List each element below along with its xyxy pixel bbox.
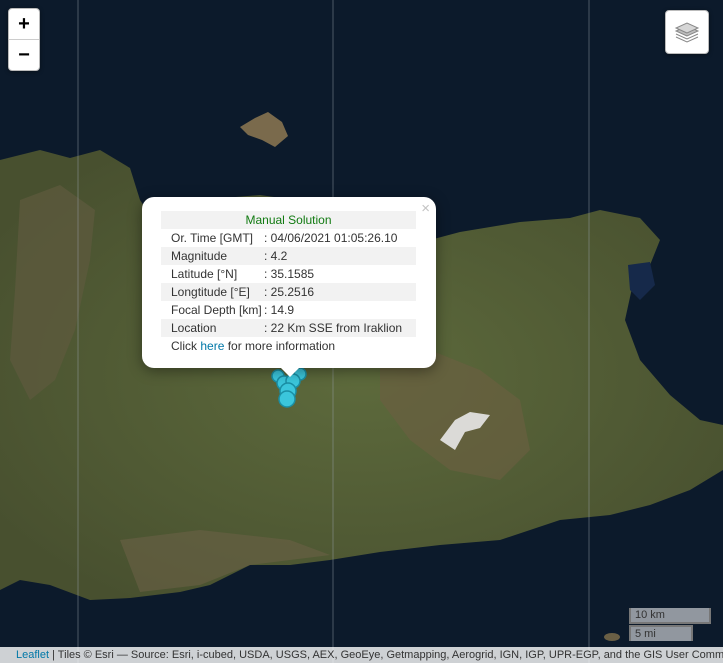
more-info-link[interactable]: here (200, 339, 224, 353)
layers-icon (674, 22, 700, 43)
attribution: Leaflet | Tiles © Esri — Source: Esri, i… (0, 647, 723, 663)
zoom-out-button[interactable]: − (9, 39, 39, 70)
click-prefix: Click (171, 339, 197, 353)
scale-km: 10 km (629, 608, 711, 624)
popup-tip (279, 366, 301, 377)
popup-table: Manual Solution Or. Time [GMT] : 04/06/2… (161, 211, 416, 355)
value: : 04/06/2021 01:05:26.10 (264, 231, 398, 245)
close-icon[interactable]: × (421, 200, 430, 217)
row-location: Location : 22 Km SSE from Iraklion (161, 319, 416, 337)
attribution-text: | Tiles © Esri — Source: Esri, i-cubed, … (52, 649, 723, 661)
earthquake-popup: × Manual Solution Or. Time [GMT] : 04/06… (142, 197, 436, 368)
row-time: Or. Time [GMT] : 04/06/2021 01:05:26.10 (161, 229, 416, 247)
label: Focal Depth [km] (171, 303, 262, 317)
row-depth: Focal Depth [km] : 14.9 (161, 301, 416, 319)
label: Latitude [°N] (171, 267, 238, 281)
label: Location (171, 321, 217, 335)
row-magnitude: Magnitude : 4.2 (161, 247, 416, 265)
label: Longtitude [°E] (171, 285, 250, 299)
row-latitude: Latitude [°N] : 35.1585 (161, 265, 416, 283)
scale-bar: 10 km 5 mi (629, 608, 711, 641)
value: : 22 Km SSE from Iraklion (264, 321, 403, 335)
value: : 25.2516 (264, 285, 315, 299)
layers-button[interactable] (665, 10, 709, 54)
value: : 4.2 (264, 249, 288, 263)
zoom-in-button[interactable]: + (9, 9, 39, 39)
scale-mi: 5 mi (629, 625, 693, 641)
more-info-line: Click here for more information (161, 337, 416, 355)
zoom-control: + − (8, 8, 40, 71)
value: : 14.9 (264, 303, 295, 317)
label: Magnitude (171, 249, 228, 263)
click-suffix: for more information (227, 339, 336, 353)
leaflet-link[interactable]: Leaflet (16, 649, 49, 661)
row-longitude: Longtitude [°E] : 25.2516 (161, 283, 416, 301)
label: Or. Time [GMT] (171, 231, 254, 245)
value: : 35.1585 (264, 267, 315, 281)
popup-title: Manual Solution (161, 211, 416, 229)
